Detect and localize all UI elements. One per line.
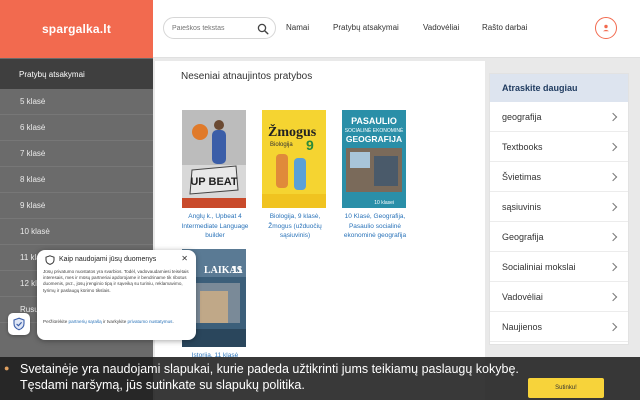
discover-item-label: Naujienos [502, 321, 543, 332]
sidebar-item-8-klase[interactable]: 8 klasė [0, 167, 153, 193]
privacy-body: Jūsų privatumo nuostatos yra svarbios. T… [43, 269, 189, 293]
discover-more-sidebar: Atraskite daugiau geografija Textbooks Š… [489, 73, 629, 345]
brand-text: spargalka.lt [41, 22, 112, 36]
partners-list-link[interactable]: partnerių sąrašą [69, 319, 102, 324]
discover-item-label: Textbooks [502, 141, 543, 152]
svg-text:Biologija: Biologija [270, 142, 293, 148]
sidebar-item-7-klase[interactable]: 7 klasė [0, 141, 153, 167]
search-input[interactable] [172, 22, 258, 35]
discover-item[interactable]: Textbooks [490, 132, 628, 162]
privacy-foot-prefix: Peržiūrėkite [43, 319, 68, 324]
left-sidebar: spargalka.lt Pratybų atsakymai 5 klasė 6… [0, 0, 153, 400]
discover-item-label: Socialiniai mokslai [502, 261, 576, 272]
sidebar-heading[interactable]: Pratybų atsakymai [0, 59, 153, 89]
user-icon [603, 24, 609, 32]
sidebar-item-10-klase[interactable]: 10 klasė [0, 219, 153, 245]
svg-text:SOCIALINĖ EKONOMINĖ: SOCIALINĖ EKONOMINĖ [345, 127, 404, 134]
chevron-right-icon [608, 232, 618, 241]
privacy-footer: Peržiūrėkite partnerių sąrašą ir tvarkyk… [43, 319, 189, 325]
chevron-right-icon [608, 172, 618, 181]
discover-item[interactable]: geografija [490, 102, 628, 132]
discover-item-label: Vadovėliai [502, 291, 543, 302]
top-navbar: Namai Pratybų atsakymai Vadovėliai Rašto… [153, 0, 640, 58]
user-account-button[interactable] [595, 17, 617, 39]
privacy-settings-button[interactable] [8, 313, 30, 335]
chevron-right-icon [608, 142, 618, 151]
chevron-right-icon [608, 292, 618, 301]
search-icon[interactable] [257, 23, 269, 35]
nav-rasto-darbai[interactable]: Rašto darbai [482, 23, 527, 32]
accept-cookies-button[interactable]: Sutinku! [528, 378, 604, 398]
discover-item[interactable]: Vadovėliai [490, 282, 628, 312]
cookie-text: Svetainėje yra naudojami slapukai, kurie… [20, 362, 519, 392]
svg-text:10 klasei: 10 klasei [374, 200, 394, 206]
shield-icon [45, 255, 55, 265]
book-title[interactable]: Anglų k., Upbeat 4 Intermediate Language… [179, 212, 251, 241]
discover-item[interactable]: Socialiniai mokslai [490, 252, 628, 282]
sidebar-item-6-klase[interactable]: 6 klasė [0, 115, 153, 141]
discover-more-heading: Atraskite daugiau [490, 74, 628, 102]
shield-check-icon [13, 317, 25, 331]
discover-item[interactable]: Geografija [490, 222, 628, 252]
svg-text:GEOGRAFIJA: GEOGRAFIJA [346, 134, 402, 144]
chevron-right-icon [608, 202, 618, 211]
privacy-foot-mid: ir tvarkykite [103, 319, 127, 324]
privacy-title: Kaip naudojami jūsų duomenys [59, 256, 157, 263]
svg-text:9: 9 [306, 137, 314, 153]
discover-item-label: geografija [502, 111, 542, 122]
close-icon[interactable]: ✕ [181, 254, 188, 263]
main-content: Neseniai atnaujintos pratybos UP BEAT An… [153, 59, 488, 400]
chevron-right-icon [608, 262, 618, 271]
chevron-right-icon [608, 112, 618, 121]
book-title[interactable]: 10 Klasė, Geografija, Pasaulio socialinė… [339, 212, 411, 241]
chevron-right-icon [608, 322, 618, 331]
cookie-icon: ● [4, 363, 10, 373]
nav-pratybu-atsakymai[interactable]: Pratybų atsakymai [333, 23, 399, 32]
discover-item-label: sąsiuvinis [502, 201, 542, 212]
nav-vadoveliai[interactable]: Vadovėliai [423, 23, 459, 32]
svg-text:PASAULIO: PASAULIO [351, 116, 397, 126]
site-logo[interactable]: spargalka.lt [0, 0, 153, 58]
book-cover-upbeat[interactable]: UP BEAT [182, 110, 246, 208]
panel-title: Neseniai atnaujintos pratybos [181, 71, 313, 82]
book-title[interactable]: Biologija, 9 klasė, Žmogus (užduočių sąs… [259, 212, 331, 241]
privacy-foot-end: . [172, 319, 174, 324]
cover-title-text: UP BEAT [190, 176, 238, 188]
book-cover-zmogus[interactable]: Žmogus Biologija 9 [262, 110, 326, 208]
recent-workbooks-panel: Neseniai atnaujintos pratybos UP BEAT An… [155, 61, 485, 400]
privacy-settings-link[interactable]: privatumo nustatymus [128, 319, 173, 324]
book-cover-geografija[interactable]: PASAULIO SOCIALINĖ EKONOMINĖ GEOGRAFIJA … [342, 110, 406, 208]
discover-item-label: Švietimas [502, 171, 542, 182]
sidebar-item-5-klase[interactable]: 5 klasė [0, 89, 153, 115]
discover-item[interactable]: Naujienos [490, 312, 628, 342]
discover-item[interactable]: sąsiuvinis [490, 192, 628, 222]
discover-item-label: Geografija [502, 231, 544, 242]
nav-namai[interactable]: Namai [286, 23, 309, 32]
search-box [163, 17, 276, 39]
svg-text:11: 11 [232, 265, 243, 276]
privacy-consent-popup: Kaip naudojami jūsų duomenys ✕ Jūsų priv… [37, 250, 196, 340]
sidebar-item-9-klase[interactable]: 9 klasė [0, 193, 153, 219]
discover-item[interactable]: Švietimas [490, 162, 628, 192]
